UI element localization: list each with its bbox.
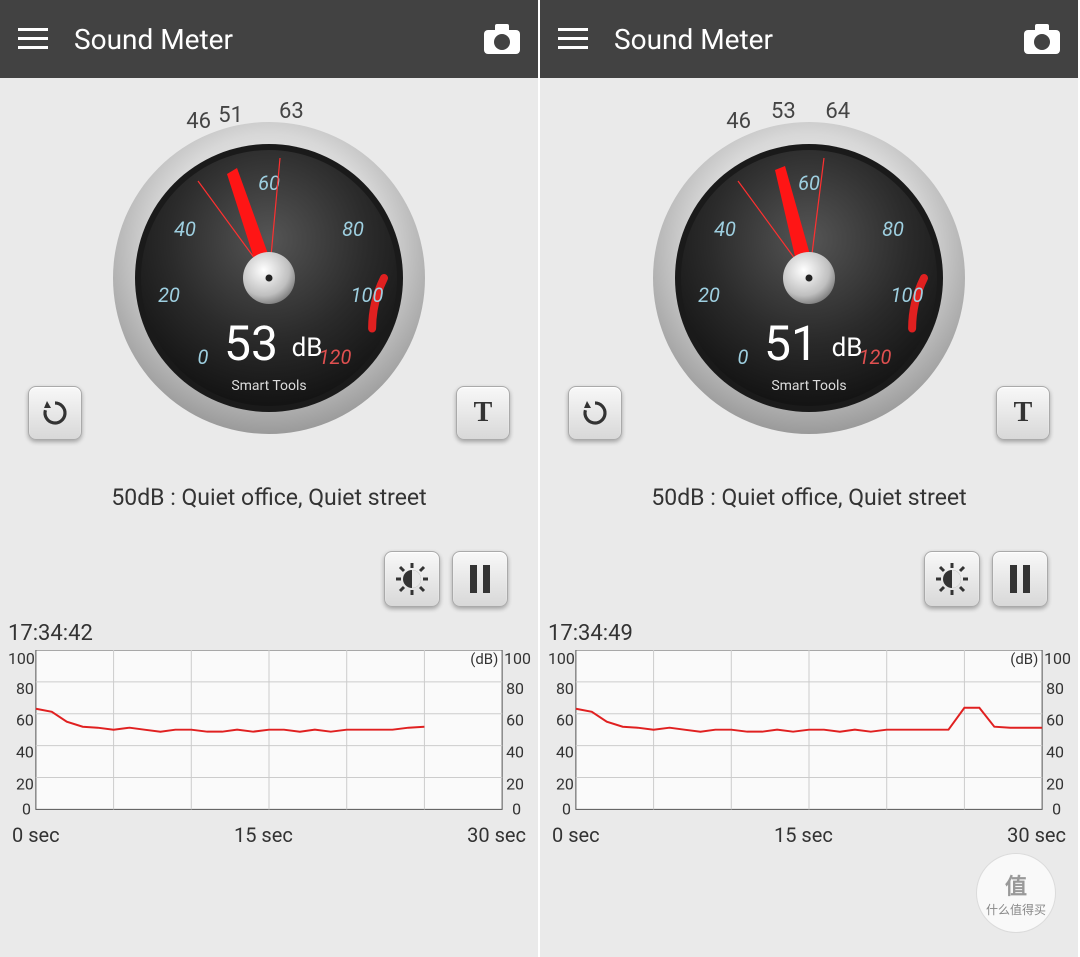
svg-text:40: 40 bbox=[1046, 743, 1064, 762]
chart-x-axis: 0 sec 15 sec 30 sec bbox=[6, 819, 532, 847]
svg-text:100: 100 bbox=[504, 650, 531, 668]
svg-text:dB: dB bbox=[832, 333, 863, 363]
svg-text:80: 80 bbox=[556, 679, 574, 698]
svg-text:20: 20 bbox=[158, 283, 180, 307]
timestamp: 17:34:49 bbox=[540, 619, 1078, 650]
svg-text:40: 40 bbox=[714, 217, 736, 241]
camera-icon[interactable] bbox=[484, 24, 520, 54]
svg-text:100: 100 bbox=[891, 283, 924, 307]
svg-text:(dB): (dB) bbox=[470, 650, 498, 668]
svg-text:Smart Tools: Smart Tools bbox=[231, 378, 306, 394]
svg-text:40: 40 bbox=[16, 743, 34, 762]
svg-text:0: 0 bbox=[512, 799, 521, 818]
svg-text:40: 40 bbox=[506, 743, 524, 762]
svg-text:60: 60 bbox=[506, 711, 524, 730]
timestamp: 17:34:42 bbox=[0, 619, 538, 650]
svg-text:0: 0 bbox=[738, 345, 749, 369]
camera-icon[interactable] bbox=[1024, 24, 1060, 54]
svg-text:dB: dB bbox=[292, 333, 323, 363]
svg-text:80: 80 bbox=[16, 679, 34, 698]
svg-text:100: 100 bbox=[351, 283, 384, 307]
history-chart: 100 80 60 40 20 0 100 80 60 40 20 0 (dB) 0 sec 15 … bbox=[546, 650, 1072, 847]
watermark-char: 值 bbox=[1005, 869, 1027, 901]
watermark-text: 什么值得买 bbox=[986, 901, 1046, 918]
reading-value: 51 bbox=[764, 315, 818, 372]
brightness-button[interactable] bbox=[384, 551, 440, 607]
app-header: Sound Meter bbox=[0, 0, 538, 78]
svg-text:0: 0 bbox=[562, 799, 571, 818]
svg-text:80: 80 bbox=[1046, 679, 1064, 698]
watermark: 值 什么值得买 bbox=[976, 853, 1056, 933]
app-header: Sound Meter bbox=[540, 0, 1078, 78]
svg-text:40: 40 bbox=[174, 217, 196, 241]
brightness-button[interactable] bbox=[924, 551, 980, 607]
svg-text:20: 20 bbox=[506, 774, 524, 793]
svg-text:60: 60 bbox=[556, 711, 574, 730]
svg-text:100: 100 bbox=[8, 650, 35, 668]
app-title: Sound Meter bbox=[614, 23, 1024, 56]
svg-text:40: 40 bbox=[556, 743, 574, 762]
level-description: 50dB : Quiet office, Quiet street bbox=[540, 458, 1078, 521]
svg-text:0: 0 bbox=[22, 799, 31, 818]
gauge-area: 0 20 40 60 80 100 120 53 dB Smart Tools bbox=[0, 78, 538, 458]
screen-left: Sound Meter bbox=[0, 0, 540, 957]
screen-right: Sound Meter bbox=[540, 0, 1080, 957]
menu-icon[interactable] bbox=[18, 28, 48, 50]
svg-text:20: 20 bbox=[698, 283, 720, 307]
svg-text:60: 60 bbox=[1046, 711, 1064, 730]
gauge-area: 0 20 40 60 80 100 120 51 dB Smart Tools … bbox=[540, 78, 1078, 458]
svg-text:0: 0 bbox=[1052, 799, 1061, 818]
chart-controls bbox=[0, 521, 538, 619]
svg-text:120: 120 bbox=[319, 345, 352, 369]
chart-x-axis: 0 sec 15 sec 30 sec bbox=[546, 819, 1072, 847]
svg-text:100: 100 bbox=[1044, 650, 1071, 668]
svg-text:120: 120 bbox=[859, 345, 892, 369]
menu-icon[interactable] bbox=[558, 28, 588, 50]
svg-text:80: 80 bbox=[506, 679, 524, 698]
svg-text:100: 100 bbox=[548, 650, 575, 668]
svg-text:80: 80 bbox=[882, 217, 904, 241]
reset-button[interactable] bbox=[568, 386, 622, 440]
gauge: 0 20 40 60 80 100 120 53 dB Smart Tools bbox=[109, 118, 429, 438]
reset-button[interactable] bbox=[28, 386, 82, 440]
x-tick-0: 0 sec bbox=[552, 823, 600, 847]
pause-button[interactable] bbox=[992, 551, 1048, 607]
text-button[interactable]: T bbox=[456, 386, 510, 440]
svg-text:80: 80 bbox=[342, 217, 364, 241]
history-chart: 100 80 60 40 20 0 100 80 60 40 20 0 (dB) 0 sec 15 … bbox=[6, 650, 532, 847]
level-description: 50dB : Quiet office, Quiet street bbox=[0, 458, 538, 521]
reading-value: 53 bbox=[224, 315, 278, 372]
x-tick-2: 30 sec bbox=[467, 823, 526, 847]
x-tick-1: 15 sec bbox=[234, 823, 293, 847]
app-title: Sound Meter bbox=[74, 23, 484, 56]
svg-text:20: 20 bbox=[1046, 774, 1064, 793]
gauge: 0 20 40 60 80 100 120 51 dB Smart Tools … bbox=[649, 118, 969, 438]
x-tick-0: 0 sec bbox=[12, 823, 60, 847]
svg-text:Smart Tools: Smart Tools bbox=[771, 378, 846, 394]
chart-controls bbox=[540, 521, 1078, 619]
pause-button[interactable] bbox=[452, 551, 508, 607]
svg-text:(dB): (dB) bbox=[1010, 650, 1038, 668]
svg-text:0: 0 bbox=[198, 345, 209, 369]
svg-text:60: 60 bbox=[798, 171, 820, 195]
text-button[interactable]: T bbox=[996, 386, 1050, 440]
svg-text:20: 20 bbox=[16, 774, 34, 793]
x-tick-1: 15 sec bbox=[774, 823, 833, 847]
x-tick-2: 30 sec bbox=[1007, 823, 1066, 847]
svg-text:60: 60 bbox=[16, 711, 34, 730]
svg-text:20: 20 bbox=[556, 774, 574, 793]
